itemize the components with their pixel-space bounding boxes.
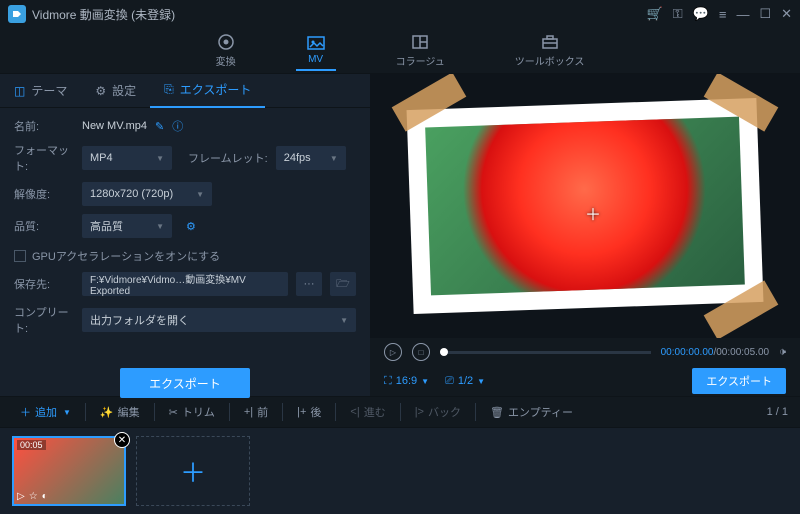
front-button[interactable]: +|前 (236, 400, 276, 424)
nav-toolbox[interactable]: ツールボックス (505, 29, 595, 72)
time-total: 00:00:05.00 (716, 347, 769, 358)
quality-gear-icon[interactable]: ⚙ (186, 220, 196, 233)
gear-icon: ⚙ (95, 84, 106, 98)
gpu-label: GPUアクセラレーションをオンにする (32, 248, 220, 264)
mv-icon (306, 34, 326, 52)
format-select[interactable]: MP4▼ (82, 146, 172, 170)
resolution-label: 解像度: (14, 186, 74, 202)
aspect-icon: ⛶ (384, 375, 392, 388)
preview-page[interactable]: ⎚1/2▼ (445, 375, 485, 388)
framerate-select[interactable]: 24fps▼ (276, 146, 346, 170)
timeline: 00:05 ✕ ▷ ☆ ◐ ＋ (0, 428, 800, 514)
trim-button[interactable]: ✂トリム (161, 400, 223, 424)
back-button[interactable]: |+後 (289, 400, 329, 424)
complete-select[interactable]: 出力フォルダを開く▼ (82, 308, 356, 332)
complete-label: コンプリート: (14, 304, 74, 336)
nav-mv[interactable]: MV (296, 30, 336, 71)
screen-icon: ⎚ (445, 375, 454, 388)
convert-icon (216, 33, 236, 51)
clip-thumbnail[interactable]: 00:05 ✕ ▷☆◐ (12, 436, 126, 506)
cart-icon[interactable]: 🛒 (647, 6, 663, 22)
nav-collage[interactable]: コラージュ (386, 29, 455, 72)
minimize-icon[interactable]: — (736, 7, 749, 22)
name-label: 名前: (14, 118, 74, 134)
feedback-icon[interactable]: 💬 (693, 6, 709, 22)
preview-canvas[interactable]: ＋ (370, 74, 800, 338)
crosshair-icon: ＋ (585, 201, 601, 225)
pagination: 1 / 1 (767, 406, 788, 418)
remove-clip-icon[interactable]: ✕ (114, 432, 130, 448)
progress-bar[interactable] (440, 351, 651, 354)
maximize-icon[interactable]: ☐ (759, 6, 771, 22)
menu-icon[interactable]: ≡ (719, 7, 727, 22)
clip-duration: 00:05 (17, 440, 46, 450)
wand-icon: ✨ (100, 406, 114, 419)
key-icon[interactable]: ⚿ (673, 6, 683, 22)
format-label: フォーマット: (14, 142, 74, 174)
volume-icon[interactable]: 🕩 (779, 346, 786, 359)
play-button[interactable]: ▷ (384, 343, 402, 361)
add-clip-button[interactable]: ＋ (136, 436, 250, 506)
open-folder-icon[interactable]: 🗁 (330, 272, 356, 296)
tab-settings[interactable]: ⚙設定 (81, 74, 150, 108)
timeline-toolbar: ＋追加▼ ✨編集 ✂トリム +|前 |+後 <|進む |>バック 🗑エンプティー… (0, 396, 800, 428)
name-value: New MV.mp4 (82, 120, 147, 132)
add-button[interactable]: ＋追加▼ (12, 400, 79, 424)
app-logo-icon (8, 5, 26, 23)
top-nav: 変換 MV コラージュ ツールボックス (0, 28, 800, 74)
title-bar: Vidmore 動画変換 (未登録) 🛒 ⚿ 💬 ≡ — ☐ ✕ (0, 0, 800, 28)
aspect-select[interactable]: ⛶16:9▼ (384, 375, 429, 388)
quality-label: 品質: (14, 218, 74, 234)
app-title: Vidmore 動画変換 (未登録) (32, 6, 175, 23)
quality-select[interactable]: 高品質▼ (82, 214, 172, 238)
export-icon: ⎘ (164, 82, 174, 97)
framerate-label: フレームレット: (188, 150, 268, 166)
export-small-button[interactable]: エクスポート (692, 368, 786, 394)
info-icon[interactable]: ⓘ (172, 118, 183, 134)
play-icon: ▷ (17, 491, 25, 502)
collage-icon (410, 33, 430, 51)
time-current: 00:00:00.00 (661, 347, 714, 358)
save-label: 保存先: (14, 276, 74, 292)
export-button[interactable]: エクスポート (120, 368, 250, 398)
trash-icon: 🗑 (490, 406, 504, 419)
browse-button[interactable]: ··· (296, 272, 322, 296)
nav-convert[interactable]: 変換 (206, 29, 246, 72)
close-icon[interactable]: ✕ (781, 6, 792, 22)
sidebar: ◫テーマ ⚙設定 ⎘エクスポート 名前: New MV.mp4 ✎ ⓘ フォーマ… (0, 74, 370, 396)
edit-name-icon[interactable]: ✎ (155, 120, 164, 133)
toolbox-icon (540, 33, 560, 51)
preview-panel: ＋ ▷ □ 00:00:00.00/00:00:05.00 🕩 ⛶16:9▼ ⎚… (370, 74, 800, 396)
save-path[interactable]: F:¥Vidmore¥Vidmo…動画変換¥MV Exported (82, 272, 288, 296)
advance-button[interactable]: <|進む (342, 400, 393, 424)
player-controls: ▷ □ 00:00:00.00/00:00:05.00 🕩 (370, 338, 800, 366)
edit-icon: ◐ (42, 491, 48, 502)
resolution-select[interactable]: 1280x720 (720p)▼ (82, 182, 212, 206)
scissors-icon: ✂ (169, 406, 178, 419)
go-back-button[interactable]: |>バック (407, 400, 469, 424)
stop-button[interactable]: □ (412, 343, 430, 361)
tab-export[interactable]: ⎘エクスポート (150, 74, 265, 108)
plus-icon: ＋ (20, 404, 31, 420)
tab-theme[interactable]: ◫テーマ (0, 74, 81, 108)
theme-icon: ◫ (14, 84, 25, 98)
empty-button[interactable]: 🗑エンプティー (482, 400, 581, 424)
star-icon: ☆ (29, 491, 38, 502)
edit-button[interactable]: ✨編集 (92, 400, 148, 424)
gpu-checkbox[interactable] (14, 250, 26, 262)
